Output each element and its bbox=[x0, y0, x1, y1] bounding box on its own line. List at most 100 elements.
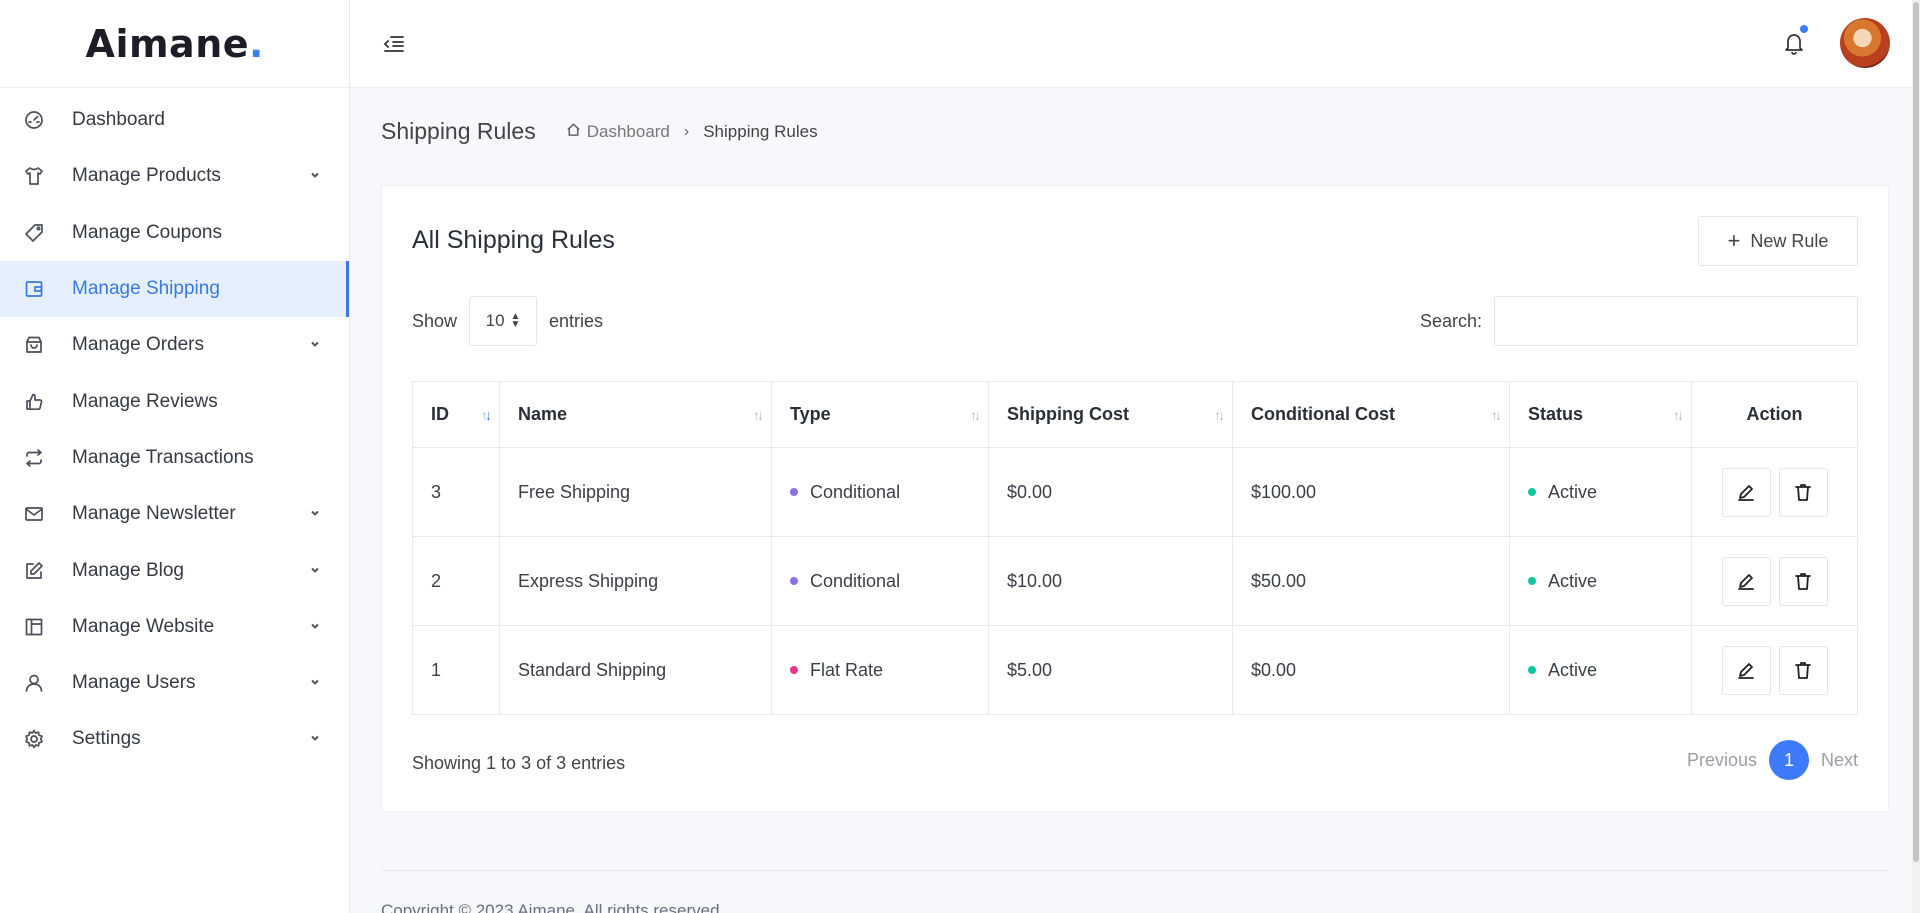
shirt-icon bbox=[24, 166, 44, 186]
sidebar-item-dashboard[interactable]: Dashboard bbox=[0, 92, 349, 148]
shipping-rules-card: All Shipping Rules + New Rule Show 10 ▲ ▼… bbox=[381, 185, 1889, 812]
pagination: Previous 1 Next bbox=[1687, 740, 1858, 780]
column-label: ID bbox=[431, 404, 449, 424]
home-icon bbox=[566, 122, 587, 142]
sidebar-item-manage-reviews[interactable]: Manage Reviews bbox=[0, 373, 349, 429]
dashboard-icon bbox=[24, 110, 44, 130]
edit-button[interactable] bbox=[1721, 556, 1771, 606]
search-input[interactable] bbox=[1494, 296, 1858, 346]
edit-button[interactable] bbox=[1721, 645, 1771, 695]
sidebar-item-label: Manage Reviews bbox=[72, 390, 218, 412]
trash-icon bbox=[1795, 662, 1811, 679]
new-rule-button[interactable]: + New Rule bbox=[1698, 216, 1858, 266]
menu-toggle-icon[interactable] bbox=[382, 32, 406, 56]
cell-action bbox=[1691, 536, 1858, 626]
table-row: 3 Free Shipping Conditional $0.00 $100.00 Act… bbox=[412, 447, 1858, 537]
column-header-name[interactable]: Name ↑↓ bbox=[499, 381, 772, 448]
notification-dot bbox=[1800, 25, 1808, 33]
column-label: Type bbox=[790, 404, 831, 424]
logo[interactable]: Aimane. bbox=[0, 0, 349, 88]
sidebar-item-manage-users[interactable]: Manage Users bbox=[0, 655, 349, 711]
cell-shipping-cost: $0.00 bbox=[988, 447, 1233, 537]
column-header-shipping-cost[interactable]: Shipping Cost ↑↓ bbox=[988, 381, 1233, 448]
plus-icon: + bbox=[1727, 228, 1741, 253]
sidebar-item-manage-website[interactable]: Manage Website bbox=[0, 599, 349, 655]
next-page-button[interactable]: Next bbox=[1821, 750, 1858, 771]
cell-name: Express Shipping bbox=[499, 536, 772, 626]
sidebar-item-manage-orders[interactable]: Manage Orders bbox=[0, 317, 349, 373]
sidebar: Aimane. Dashboard Manage Products Manage C… bbox=[0, 0, 350, 913]
cell-action bbox=[1691, 447, 1858, 537]
pencil-icon bbox=[1738, 663, 1754, 679]
column-label: Shipping Cost bbox=[1007, 404, 1129, 424]
wallet-icon bbox=[24, 279, 44, 299]
cell-type: Conditional bbox=[771, 536, 989, 626]
type-dot bbox=[790, 487, 798, 496]
breadcrumb-current: Shipping Rules bbox=[703, 121, 818, 141]
sidebar-nav: Dashboard Manage Products Manage Coupons Ma… bbox=[0, 88, 349, 768]
entries-label: entries bbox=[549, 310, 604, 331]
sidebar-item-settings[interactable]: Settings bbox=[0, 711, 349, 767]
type-dot bbox=[790, 576, 798, 585]
sidebar-item-manage-shipping[interactable]: Manage Shipping bbox=[0, 260, 349, 318]
avatar[interactable] bbox=[1840, 18, 1890, 68]
breadcrumb-separator-icon: › bbox=[683, 122, 690, 140]
column-header-status[interactable]: Status ↑↓ bbox=[1509, 381, 1692, 448]
sort-icon: ↑↓ bbox=[753, 406, 764, 423]
gear-icon bbox=[24, 729, 44, 749]
chevron-down-icon bbox=[309, 503, 321, 525]
delete-button[interactable] bbox=[1778, 556, 1828, 606]
sidebar-item-manage-coupons[interactable]: Manage Coupons bbox=[0, 205, 349, 261]
status-dot bbox=[1528, 665, 1536, 674]
column-header-action: Action bbox=[1691, 381, 1858, 448]
sidebar-item-manage-blog[interactable]: Manage Blog bbox=[0, 542, 349, 598]
card-title: All Shipping Rules bbox=[412, 226, 615, 254]
cell-id: 1 bbox=[412, 625, 500, 715]
delete-button[interactable] bbox=[1778, 467, 1828, 517]
sidebar-item-manage-transactions[interactable]: Manage Transactions bbox=[0, 430, 349, 486]
sort-caret-icon: ▲ ▼ bbox=[510, 311, 521, 330]
page-scrollbar[interactable] bbox=[1912, 0, 1920, 913]
previous-page-button[interactable]: Previous bbox=[1687, 750, 1757, 771]
column-header-conditional-cost[interactable]: Conditional Cost ↑↓ bbox=[1232, 381, 1510, 448]
search-label: Search: bbox=[1419, 310, 1482, 331]
column-header-type[interactable]: Type ↑↓ bbox=[771, 381, 989, 448]
sort-icon: ↑↓ bbox=[1214, 406, 1225, 423]
sidebar-item-label: Manage Coupons bbox=[72, 221, 222, 243]
sidebar-item-label: Manage Shipping bbox=[72, 278, 220, 300]
cell-shipping-cost: $10.00 bbox=[988, 536, 1233, 626]
bell-icon[interactable] bbox=[1782, 25, 1808, 58]
cell-id: 2 bbox=[412, 536, 500, 626]
delete-button[interactable] bbox=[1778, 645, 1828, 695]
pencil-icon bbox=[1738, 485, 1754, 501]
cell-conditional-cost: $50.00 bbox=[1232, 536, 1510, 626]
pencil-icon bbox=[1738, 574, 1754, 590]
column-header-id[interactable]: ID ↑↓ bbox=[412, 381, 500, 448]
entries-control: Show 10 ▲ ▼ entries bbox=[412, 296, 603, 346]
sidebar-item-label: Manage Products bbox=[72, 165, 221, 187]
cell-id: 3 bbox=[412, 447, 500, 537]
entries-select[interactable]: 10 ▲ ▼ bbox=[469, 296, 538, 346]
page-1-button[interactable]: 1 bbox=[1768, 740, 1809, 780]
edit-icon bbox=[24, 561, 44, 581]
entries-value: 10 bbox=[485, 311, 505, 330]
chevron-down-icon bbox=[309, 616, 321, 638]
sort-icon: ↑↓ bbox=[970, 406, 981, 423]
cell-shipping-cost: $5.00 bbox=[988, 625, 1233, 715]
sidebar-item-manage-newsletter[interactable]: Manage Newsletter bbox=[0, 486, 349, 542]
shipping-rules-table: ID ↑↓ Name ↑↓ Type ↑↓ Shipping Cost ↑↓ Condi… bbox=[412, 381, 1858, 715]
table-header-row: ID ↑↓ Name ↑↓ Type ↑↓ Shipping Cost ↑↓ Condi… bbox=[412, 381, 1858, 448]
chevron-down-icon bbox=[309, 728, 321, 750]
column-label: Name bbox=[518, 404, 568, 424]
breadcrumb-dashboard-link[interactable]: Dashboard bbox=[587, 122, 670, 142]
column-label: Status bbox=[1528, 404, 1584, 424]
search-control: Search: bbox=[1420, 296, 1858, 346]
new-rule-label: New Rule bbox=[1750, 230, 1829, 251]
table-info: Showing 1 to 3 of 3 entries bbox=[412, 753, 626, 773]
type-label: Conditional bbox=[810, 481, 901, 502]
scrollbar-thumb[interactable] bbox=[1913, 2, 1919, 862]
edit-button[interactable] bbox=[1721, 467, 1771, 517]
status-dot bbox=[1528, 487, 1536, 496]
sidebar-item-label: Settings bbox=[72, 728, 141, 750]
sidebar-item-manage-products[interactable]: Manage Products bbox=[0, 148, 349, 204]
